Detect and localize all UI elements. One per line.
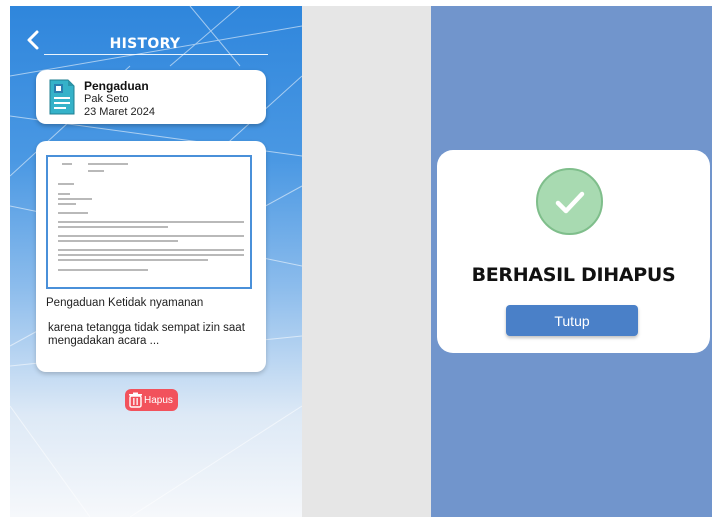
close-button[interactable]: Tutup: [506, 305, 638, 336]
reporter-name: Pak Seto: [84, 93, 129, 105]
complaint-detail-card[interactable]: Pengaduan Ketidak nyamanan karena tetang…: [36, 141, 266, 372]
checkmark-icon: [555, 191, 585, 214]
dialog-title: BERHASIL DIHAPUS: [471, 264, 676, 286]
complaint-title: Pengaduan: [84, 79, 149, 93]
page-title: HISTORY: [109, 36, 181, 52]
document-icon: [49, 79, 75, 115]
success-dialog: BERHASIL DIHAPUS Tutup: [437, 150, 710, 353]
complaint-description-body: karena tetangga tidak sempat izin saat m…: [48, 322, 245, 347]
complaint-description-title: Pengaduan Ketidak nyamanan: [46, 297, 204, 309]
history-screen: HISTORY Pengaduan Pak Seto 23 Maret 2024: [10, 6, 302, 517]
delete-button-label: Hapus: [144, 394, 173, 406]
divider-panel: [302, 6, 431, 517]
complaint-summary-card[interactable]: Pengaduan Pak Seto 23 Maret 2024: [36, 70, 266, 124]
delete-button[interactable]: Hapus: [125, 389, 178, 411]
title-divider: [44, 54, 268, 55]
trash-icon: [129, 392, 142, 408]
success-badge: [536, 168, 603, 235]
complaint-date: 23 Maret 2024: [84, 106, 155, 118]
letter-preview-image: [46, 155, 252, 289]
screen: HISTORY Pengaduan Pak Seto 23 Maret 2024: [0, 0, 712, 517]
